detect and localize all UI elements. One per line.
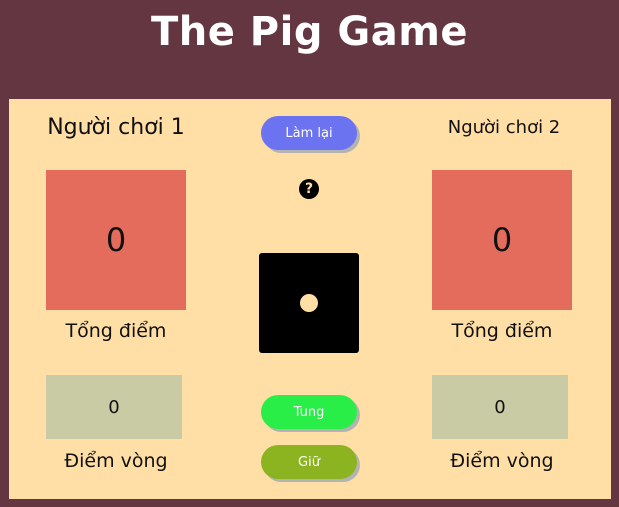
player-2-total-label: Tổng điểm	[451, 320, 553, 342]
player-2-total-score: 0	[432, 170, 572, 310]
player-2-name: Người chơi 2	[447, 117, 561, 138]
game-title: The Pig Game	[150, 9, 469, 55]
player-1-total-label: Tổng điểm	[65, 320, 167, 342]
player-2-round-score: 0	[432, 375, 568, 439]
hold-button[interactable]: Giữ	[261, 445, 357, 479]
help-icon[interactable]: ?	[299, 179, 319, 199]
roll-button[interactable]: Tung	[261, 395, 357, 429]
player-1-round-label: Điểm vòng	[64, 450, 168, 472]
player-1-total-score: 0	[46, 170, 186, 310]
dice-pip	[300, 294, 318, 312]
game-board: Người chơi 1 Người chơi 2 Làm lại 0 0 ? …	[9, 99, 611, 499]
dice	[259, 253, 359, 353]
reset-button[interactable]: Làm lại	[261, 116, 357, 150]
player-2-round-label: Điểm vòng	[450, 450, 554, 472]
player-1-round-score: 0	[46, 375, 182, 439]
player-1-name: Người chơi 1	[47, 115, 185, 140]
